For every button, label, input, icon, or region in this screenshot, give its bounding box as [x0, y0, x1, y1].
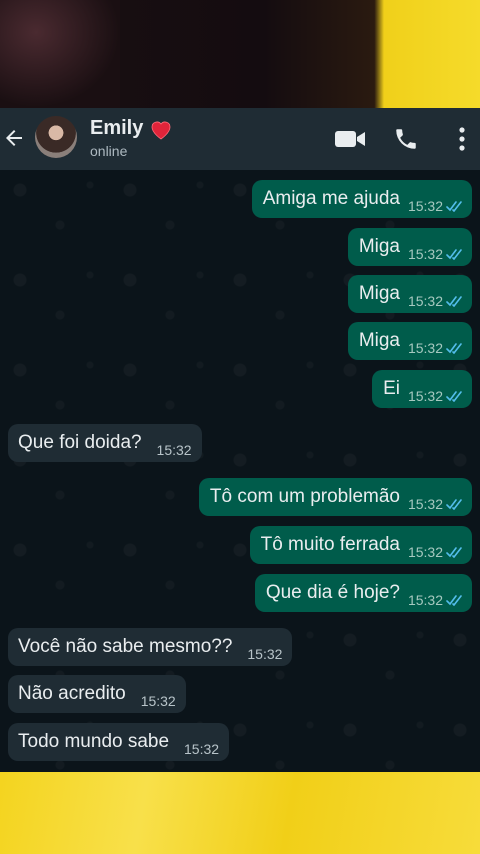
contact-status: online [90, 143, 128, 159]
read-ticks-icon [446, 342, 462, 354]
message-text: Todo mundo sabe [18, 731, 170, 752]
message-text: Miga [358, 236, 400, 257]
incoming-message[interactable]: Você não sabe mesmo?? 15:32 [8, 628, 293, 666]
read-ticks-icon [446, 390, 462, 402]
message-meta: 15:32 [408, 497, 464, 511]
read-ticks-icon [446, 295, 462, 307]
outgoing-message[interactable]: Tô com um problemão 15:32 [198, 478, 472, 516]
contact-title[interactable]: Emily [90, 117, 173, 140]
message-text: Você não sabe mesmo?? [18, 636, 233, 657]
message-text: Amiga me ajuda [262, 188, 400, 209]
back-arrow-icon[interactable] [2, 126, 26, 150]
read-ticks-icon [446, 248, 462, 260]
message-time: 15:32 [247, 646, 283, 662]
outgoing-message[interactable]: Miga 15:32 [347, 322, 472, 360]
message-meta: 15:32 [141, 694, 176, 708]
outgoing-message[interactable]: Que dia é hoje? 15:32 [254, 574, 472, 612]
message-meta: 15:32 [408, 341, 464, 355]
message-list[interactable]: Amiga me ajuda 15:32 Miga 15:32 Miga 15:32 Mig… [0, 170, 480, 772]
contact-name: Emily [90, 117, 144, 139]
message-meta: 15:32 [184, 742, 219, 756]
message-text: Tô muito ferrada [260, 534, 400, 555]
outgoing-message[interactable]: Ei 15:32 [372, 370, 472, 408]
chat-header: Emily online [0, 108, 480, 170]
message-text: Miga [358, 283, 400, 304]
read-ticks-icon [446, 200, 462, 212]
message-meta: 15:32 [157, 443, 192, 457]
outgoing-message[interactable]: Amiga me ajuda 15:32 [251, 180, 472, 218]
more-options-icon[interactable] [454, 126, 470, 152]
message-time: 15:32 [184, 741, 220, 757]
message-time: 15:32 [407, 592, 443, 608]
top-background [0, 0, 480, 108]
message-time: 15:32 [407, 340, 443, 356]
background-photo [0, 0, 120, 108]
heart-icon [151, 121, 171, 139]
message-time: 15:32 [407, 544, 443, 560]
avatar[interactable] [35, 116, 77, 158]
bottom-background [0, 772, 480, 854]
outgoing-message[interactable]: Tô muito ferrada 15:32 [249, 526, 472, 564]
message-text: Miga [358, 330, 400, 351]
message-time: 15:32 [156, 442, 192, 458]
read-ticks-icon [446, 546, 462, 558]
message-meta: 15:32 [408, 247, 464, 261]
message-meta: 15:32 [408, 593, 464, 607]
message-text: Que foi doida? [18, 432, 142, 453]
message-time: 15:32 [407, 198, 443, 214]
outgoing-message[interactable]: Miga 15:32 [347, 228, 472, 266]
message-text: Ei [383, 378, 400, 399]
message-meta: 15:32 [408, 389, 464, 403]
chat-screen: Emily online Amiga me ajuda 15:32 Miga 15:3… [0, 108, 480, 772]
outgoing-message[interactable]: Miga 15:32 [347, 275, 472, 313]
message-time: 15:32 [407, 293, 443, 309]
message-time: 15:32 [407, 246, 443, 262]
phone-icon[interactable] [393, 126, 419, 152]
video-call-icon[interactable] [334, 128, 366, 150]
message-meta: 15:32 [408, 199, 464, 213]
incoming-message[interactable]: Não acredito 15:32 [8, 675, 186, 713]
incoming-message[interactable]: Todo mundo sabe 15:32 [8, 723, 230, 761]
message-text: Tô com um problemão [209, 486, 400, 507]
read-ticks-icon [446, 594, 462, 606]
message-meta: 15:32 [408, 294, 464, 308]
message-text: Que dia é hoje? [265, 582, 400, 603]
message-meta: 15:32 [247, 647, 282, 661]
message-meta: 15:32 [408, 545, 464, 559]
message-time: 15:32 [407, 496, 443, 512]
message-text: Não acredito [18, 683, 126, 704]
incoming-message[interactable]: Que foi doida? 15:32 [8, 424, 202, 462]
message-time: 15:32 [407, 388, 443, 404]
read-ticks-icon [446, 498, 462, 510]
message-time: 15:32 [140, 693, 176, 709]
